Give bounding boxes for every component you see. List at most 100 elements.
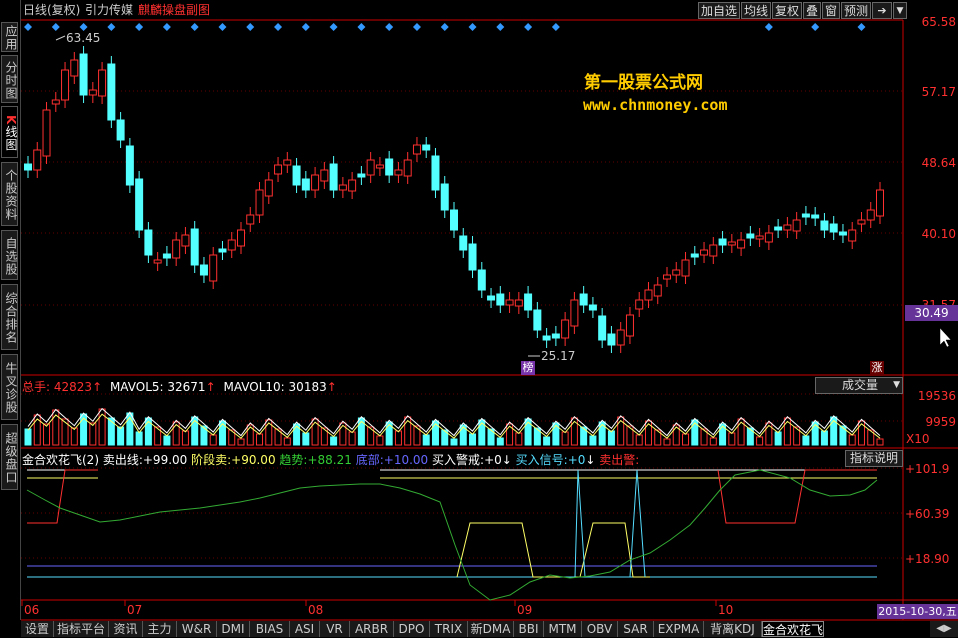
signal-diamond xyxy=(412,23,421,31)
volume-bar xyxy=(644,420,652,446)
time-axis-label: 08 xyxy=(308,603,324,617)
bottom-tab[interactable]: MTM xyxy=(544,621,582,637)
price-axis-label: 65.58 xyxy=(921,15,956,29)
candle xyxy=(190,228,199,266)
bottom-tab[interactable]: DPO xyxy=(394,621,430,637)
chart-canvas[interactable] xyxy=(0,0,958,637)
candle xyxy=(663,274,671,280)
candle xyxy=(561,319,570,339)
scroll-arrows-icon[interactable]: ◀▶ xyxy=(930,621,958,637)
bottom-tab[interactable]: W&R xyxy=(177,621,217,637)
volume-bar xyxy=(348,431,356,446)
candle xyxy=(737,239,746,249)
signal-diamond xyxy=(51,23,60,31)
volume-header: 总手: 42823↑ MAVOL5: 32671↑ MAVOL10: 30183… xyxy=(22,378,337,395)
volume-bar xyxy=(163,435,171,446)
rank-badge[interactable]: 榜 xyxy=(521,361,535,375)
indicator-item-label: 买入信号: xyxy=(515,453,568,467)
indicator-axis-label: +101.9 xyxy=(905,462,950,476)
volume-bar xyxy=(394,430,402,446)
volume-bar xyxy=(663,438,671,446)
candle xyxy=(848,229,857,242)
candle xyxy=(375,164,384,169)
bottom-tab[interactable]: BBI xyxy=(514,621,544,637)
bottom-tab[interactable]: 新DMA xyxy=(468,621,514,637)
indicator-item-value: +0 xyxy=(567,453,586,467)
candle xyxy=(774,226,783,231)
signal-diamond xyxy=(79,23,88,31)
bottom-tab[interactable]: ASI xyxy=(290,621,320,637)
candle xyxy=(783,224,792,231)
bottom-tab[interactable]: ARBR xyxy=(350,621,394,637)
candle xyxy=(820,220,829,231)
mavol10-label: MAVOL10: xyxy=(223,380,285,394)
candle xyxy=(246,214,255,225)
time-axis-label: 09 xyxy=(517,603,533,617)
bottom-tab[interactable]: 主力 xyxy=(143,621,177,637)
volume-bar xyxy=(543,436,551,446)
volume-bar xyxy=(24,428,32,446)
indicator-item-value: +88.21 xyxy=(307,453,352,467)
volume-bar xyxy=(635,434,643,446)
bottom-tab[interactable]: TRIX xyxy=(430,621,468,637)
volume-selector[interactable]: 成交量 ▼ xyxy=(815,377,903,394)
bottom-tab[interactable]: EXPMA xyxy=(654,621,704,637)
volume-bar xyxy=(385,421,393,446)
bottom-tab[interactable]: DMI xyxy=(217,621,250,637)
volume-bar xyxy=(61,418,69,446)
volume-bar xyxy=(515,432,523,446)
bottom-tab[interactable]: 指标平台 xyxy=(54,621,109,637)
candle xyxy=(598,315,607,341)
current-price-badge: 30.49 xyxy=(905,305,958,321)
candle xyxy=(218,248,227,253)
candle xyxy=(570,299,579,327)
volume-bar xyxy=(237,438,245,446)
candle xyxy=(764,232,773,243)
candle xyxy=(403,159,412,177)
indicator-item-label: 底部: xyxy=(355,453,384,467)
candle xyxy=(24,163,32,171)
price-axis-label: 57.17 xyxy=(921,85,956,99)
signal-diamond xyxy=(274,23,283,31)
bottom-tab[interactable]: 资讯 xyxy=(109,621,143,637)
candle xyxy=(542,335,551,341)
bottom-tab[interactable]: VR xyxy=(320,621,350,637)
candle xyxy=(459,235,468,251)
volume-bar xyxy=(70,427,78,446)
candle xyxy=(199,264,208,276)
bottom-tab[interactable]: OBV xyxy=(582,621,618,637)
down-arrow-icon: ↓ xyxy=(585,453,596,467)
bottom-tab[interactable]: BIAS xyxy=(250,621,290,637)
indicator-name[interactable]: 金合欢花飞(2) xyxy=(22,453,99,467)
indicator-help-button[interactable]: 指标说明 xyxy=(845,450,903,467)
bottom-tab[interactable]: 设置 xyxy=(21,621,54,637)
candle xyxy=(135,178,144,231)
candle xyxy=(42,109,51,157)
candle xyxy=(829,223,838,233)
volume-bar xyxy=(857,420,865,446)
volume-bar xyxy=(422,434,430,446)
bottom-tab[interactable]: SAR xyxy=(618,621,654,637)
candle xyxy=(329,163,338,191)
candle xyxy=(505,299,514,306)
bottom-tab[interactable]: 金合欢花飞 xyxy=(762,621,824,637)
candle xyxy=(579,293,588,306)
candle xyxy=(653,284,662,297)
candle xyxy=(255,189,264,216)
indicator-item-label: 卖出警: xyxy=(599,453,640,467)
bottom-tab[interactable]: 背离KDJ xyxy=(704,621,762,637)
candle xyxy=(162,253,171,259)
rise-badge[interactable]: 涨 xyxy=(870,361,884,375)
candle xyxy=(51,99,60,105)
signal-diamond xyxy=(496,23,505,31)
mouse-cursor-icon xyxy=(939,327,952,348)
signal-diamond xyxy=(440,23,449,31)
candle xyxy=(153,259,162,264)
candle xyxy=(61,69,70,101)
up-arrow-icon: ↑ xyxy=(92,380,103,394)
indicator-item-value: +90.00 xyxy=(231,453,276,467)
candle xyxy=(644,289,653,301)
candle xyxy=(857,219,866,225)
candle xyxy=(727,241,736,246)
down-arrow-icon: ↓ xyxy=(501,453,512,467)
